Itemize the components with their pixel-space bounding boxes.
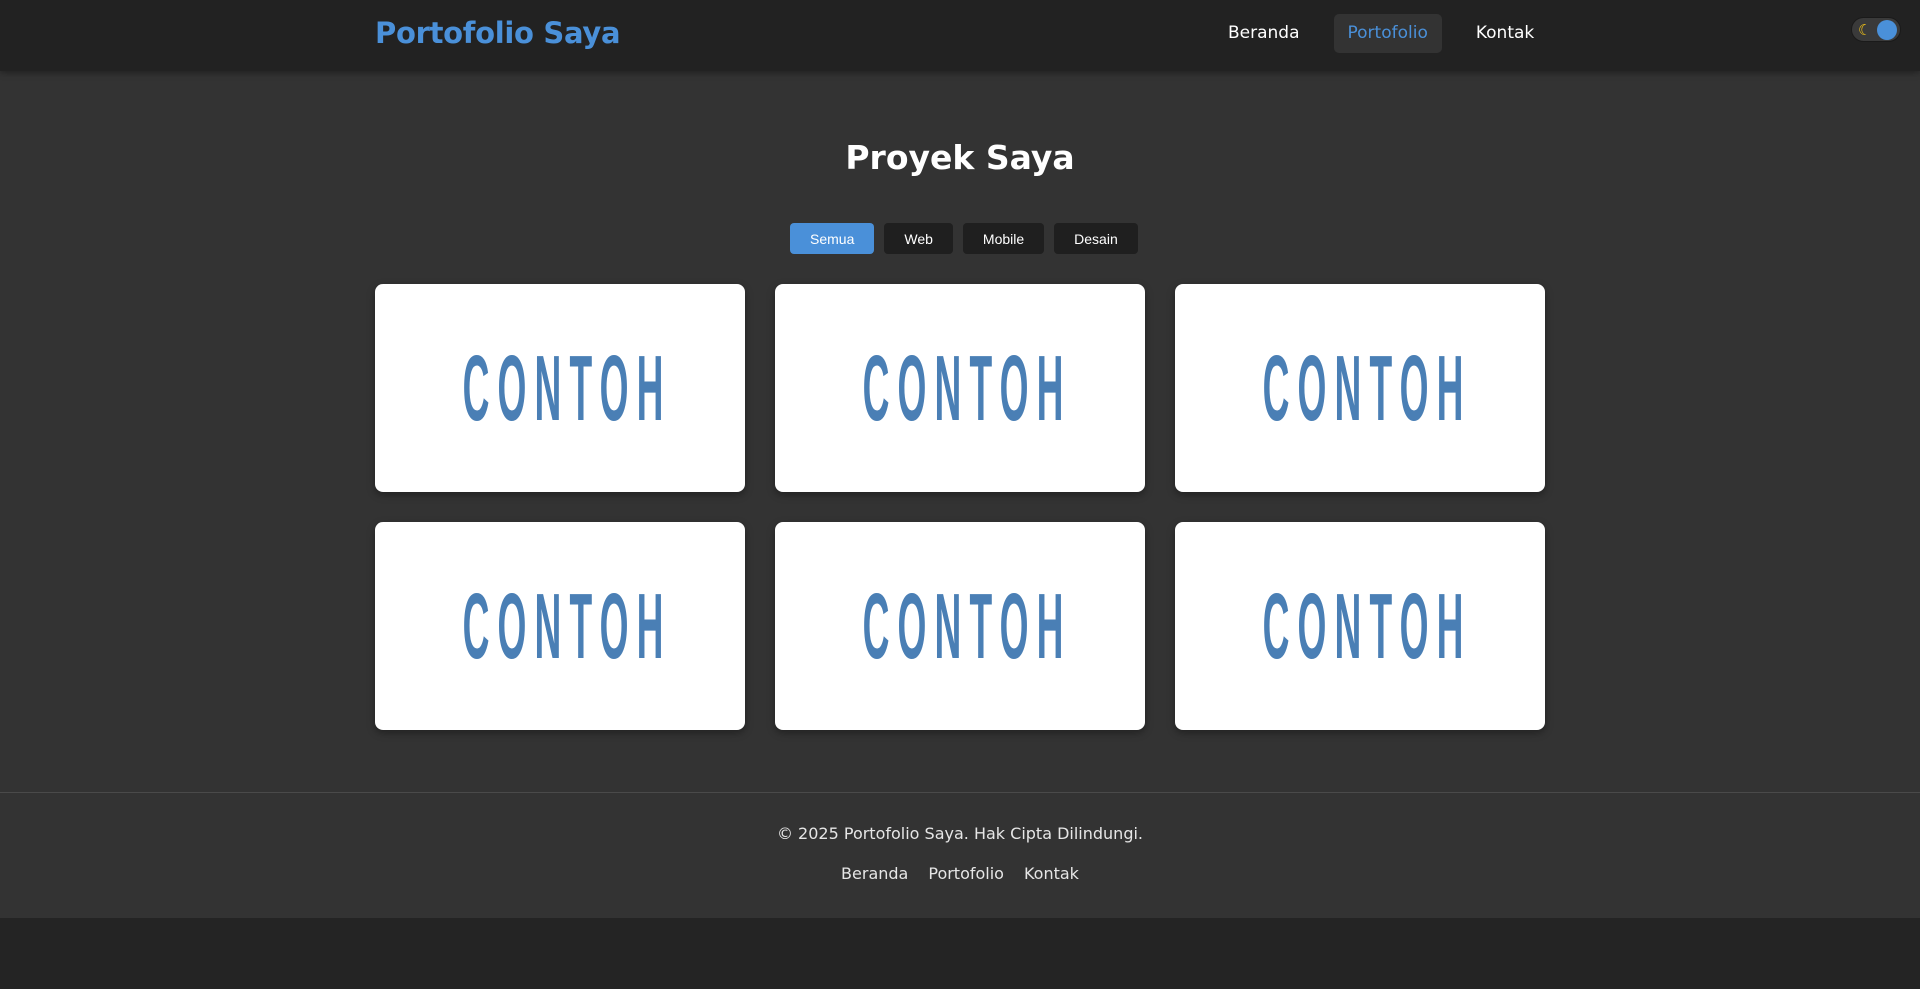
project-card[interactable]: CONTOH [1175, 284, 1545, 492]
theme-toggle[interactable]: ☾ [1851, 17, 1901, 42]
brand-logo[interactable]: Portofolio Saya [375, 14, 621, 52]
main-content: Proyek Saya Semua Web Mobile Desain CONT… [0, 71, 1920, 792]
project-card[interactable]: CONTOH [775, 522, 1145, 730]
filter-group: Semua Web Mobile Desain [790, 223, 1138, 254]
project-card[interactable]: CONTOH [1175, 522, 1545, 730]
footer-link-kontak[interactable]: Kontak [1024, 863, 1079, 885]
project-card[interactable]: CONTOH [375, 284, 745, 492]
footer-link-portofolio[interactable]: Portofolio [928, 863, 1004, 885]
project-grid: CONTOH CONTOH CONTOH CONTOH CONTOH CONTO… [375, 284, 1546, 730]
project-card-image-text: CONTOH [862, 335, 1072, 441]
moon-icon: ☾ [1858, 21, 1872, 39]
project-card-image-text: CONTOH [1262, 335, 1472, 441]
project-card-image-text: CONTOH [462, 573, 672, 679]
footer-link-beranda[interactable]: Beranda [841, 863, 908, 885]
project-card-image-text: CONTOH [462, 335, 672, 441]
toggle-knob [1877, 20, 1897, 40]
project-card-image-text: CONTOH [1262, 573, 1472, 679]
filter-button-desain[interactable]: Desain [1054, 223, 1138, 254]
nav-item-kontak[interactable]: Kontak [1462, 14, 1548, 53]
nav-item-beranda[interactable]: Beranda [1214, 14, 1314, 53]
footer-copyright: © 2025 Portofolio Saya. Hak Cipta Dilind… [776, 824, 1144, 843]
nav-item-portofolio[interactable]: Portofolio [1333, 14, 1442, 53]
main-nav: Beranda Portofolio Kontak [1214, 14, 1548, 53]
project-card-image-text: CONTOH [862, 573, 1072, 679]
page: Portofolio Saya Beranda Portofolio Konta… [0, 0, 1920, 989]
filter-button-semua[interactable]: Semua [790, 223, 875, 254]
navbar: Portofolio Saya Beranda Portofolio Konta… [0, 0, 1920, 71]
footer-nav: Beranda Portofolio Kontak [0, 863, 1920, 885]
project-card[interactable]: CONTOH [375, 522, 745, 730]
filter-button-web[interactable]: Web [884, 223, 953, 254]
footer: © 2025 Portofolio Saya. Hak Cipta Dilind… [0, 792, 1920, 918]
page-title: Proyek Saya [845, 138, 1075, 177]
project-card[interactable]: CONTOH [775, 284, 1145, 492]
filter-button-mobile[interactable]: Mobile [962, 223, 1045, 254]
